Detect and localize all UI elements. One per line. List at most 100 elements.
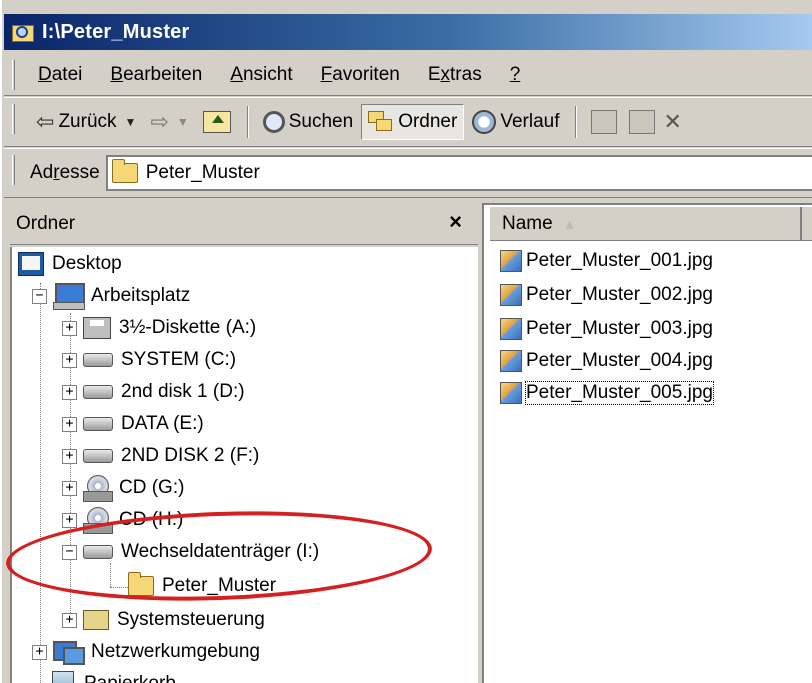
menu-extras[interactable]: Extras [428,64,482,86]
tree-item-arbeitsplatz[interactable]: − Arbeitsplatz [32,281,190,311]
cd-drive-icon [83,475,113,502]
address-field[interactable]: Peter_Muster [105,155,812,191]
file-list-pane: Name ▲ Peter_Muster_001.jpg Peter_Muster… [482,203,812,683]
expand-toggle[interactable]: + [62,384,77,400]
tree-item-label: Netzwerkumgebung [91,641,260,662]
hard-drive-icon [83,385,113,399]
column-header: Name ▲ [490,206,812,241]
tree-item-label: Peter_Muster [162,575,277,596]
file-name: Peter_Muster_003.jpg [526,318,713,339]
file-item[interactable]: Peter_Muster_005.jpg [500,377,714,409]
up-folder-button[interactable] [197,104,237,140]
back-button[interactable]: ⇦ Zurück ▼ [30,104,142,140]
file-item[interactable]: Peter_Muster_003.jpg [500,313,713,345]
tree-item-papierkorb[interactable]: Papierkorb [48,669,176,683]
file-name: Peter_Muster_002.jpg [526,284,713,305]
standard-toolbar: ⇦ Zurück ▼ ⇨ ▼ Suchen Ordner Verlauf ✕ [4,97,812,147]
folder-pane-header: Ordner × [10,203,478,245]
file-item[interactable]: Peter_Muster_002.jpg [500,279,713,311]
tree-item-label: Desktop [52,253,122,274]
tree-item-label: Papierkorb [84,673,176,683]
close-icon[interactable]: × [449,209,462,235]
forward-arrow-icon: ⇨ [150,109,169,134]
expand-toggle[interactable]: + [62,480,77,496]
collapse-toggle[interactable]: − [32,288,47,304]
hard-drive-icon [83,353,113,367]
image-file-icon [500,318,522,340]
image-file-icon [500,350,522,372]
hard-drive-icon [83,417,113,431]
cd-drive-icon [83,507,113,534]
folder-tree: Desktop − Arbeitsplatz + 3½-Diskette (A:… [10,247,478,683]
expand-toggle[interactable]: + [62,352,77,368]
forward-dropdown-icon[interactable]: ▼ [177,115,189,129]
tree-item-label: SYSTEM (C:) [121,349,237,370]
expand-toggle[interactable]: + [62,512,77,528]
history-button[interactable]: Verlauf [466,104,565,140]
menu-datei[interactable]: Datei [38,64,82,86]
tree-item-netzwerk[interactable]: + Netzwerkumgebung [32,637,260,667]
menu-bearbeiten[interactable]: Bearbeiten [110,64,202,86]
copy-to-icon[interactable] [629,110,656,134]
folders-label: Ordner [398,111,458,132]
tree-item-drive-h[interactable]: + CD (H:) [62,505,183,535]
folders-button[interactable]: Ordner [361,104,465,140]
menubar-grip[interactable] [12,60,15,90]
menu-ansicht[interactable]: Ansicht [230,64,292,86]
move-to-icon[interactable] [591,110,618,134]
back-dropdown-icon[interactable]: ▼ [125,115,137,129]
recycle-bin-icon [52,671,74,683]
toolbar-separator [246,106,249,138]
explorer-folder-icon [12,21,36,43]
computer-icon [53,283,85,310]
up-folder-icon [202,111,231,133]
tree-item-label: CD (G:) [119,477,185,498]
tree-item-drive-g[interactable]: + CD (G:) [62,473,184,503]
expand-toggle[interactable]: + [62,416,77,432]
control-panel-icon [83,610,109,630]
delete-icon[interactable]: ✕ [663,109,681,135]
menu-bar: Datei Bearbeiten Ansicht Favoriten Extra… [4,54,812,96]
tree-item-drive-f[interactable]: + 2ND DISK 2 (F:) [62,441,259,471]
column-header-name[interactable]: Name ▲ [490,206,802,241]
tree-item-desktop[interactable]: Desktop [18,249,122,279]
tree-item-label: DATA (E:) [121,413,204,434]
tree-item-label: Systemsteuerung [117,609,265,630]
history-label: Verlauf [500,111,560,132]
tree-item-label: 2ND DISK 2 (F:) [121,445,260,466]
title-bar[interactable]: I:\Peter_Muster [4,14,812,50]
file-name: Peter_Muster_001.jpg [526,250,713,271]
tree-item-drive-i[interactable]: − Wechseldatenträger (I:) [62,537,319,567]
image-file-icon [500,382,522,404]
tree-item-drive-a[interactable]: + 3½-Diskette (A:) [62,313,256,343]
tree-item-peter-muster[interactable]: Peter_Muster [128,571,276,601]
file-item[interactable]: Peter_Muster_001.jpg [500,245,713,277]
search-button[interactable]: Suchen [257,104,359,140]
forward-button[interactable]: ⇨ ▼ [144,104,194,140]
folders-icon [368,111,394,133]
tree-item-drive-d[interactable]: + 2nd disk 1 (D:) [62,377,245,407]
tree-item-systemsteuerung[interactable]: + Systemsteuerung [62,605,265,635]
expand-toggle[interactable]: + [32,644,47,660]
addressbar-grip[interactable] [12,155,15,185]
collapse-toggle[interactable]: − [62,544,77,560]
file-item[interactable]: Peter_Muster_004.jpg [500,345,713,377]
tree-item-drive-c[interactable]: + SYSTEM (C:) [62,345,236,375]
tree-item-drive-e[interactable]: + DATA (E:) [62,409,204,439]
address-label: Adresse [30,162,100,183]
tree-item-label: 2nd disk 1 (D:) [121,381,245,402]
desktop-icon [18,252,44,276]
sort-ascending-icon: ▲ [562,215,577,232]
folder-pane: Ordner × Desktop − Arbeitsplatz + 3½-Dis… [4,203,478,683]
tree-item-label: CD (H:) [119,509,184,530]
history-icon [472,110,497,134]
expand-toggle[interactable]: + [62,320,77,336]
expand-toggle[interactable]: + [62,612,77,628]
expand-toggle[interactable]: + [62,448,77,464]
menu-favoriten[interactable]: Favoriten [321,64,400,86]
network-icon [53,639,85,665]
menu-help[interactable]: ? [510,64,521,86]
hard-drive-icon [83,449,113,463]
toolbar-grip[interactable] [12,104,15,134]
tree-item-label: 3½-Diskette (A:) [119,317,257,338]
